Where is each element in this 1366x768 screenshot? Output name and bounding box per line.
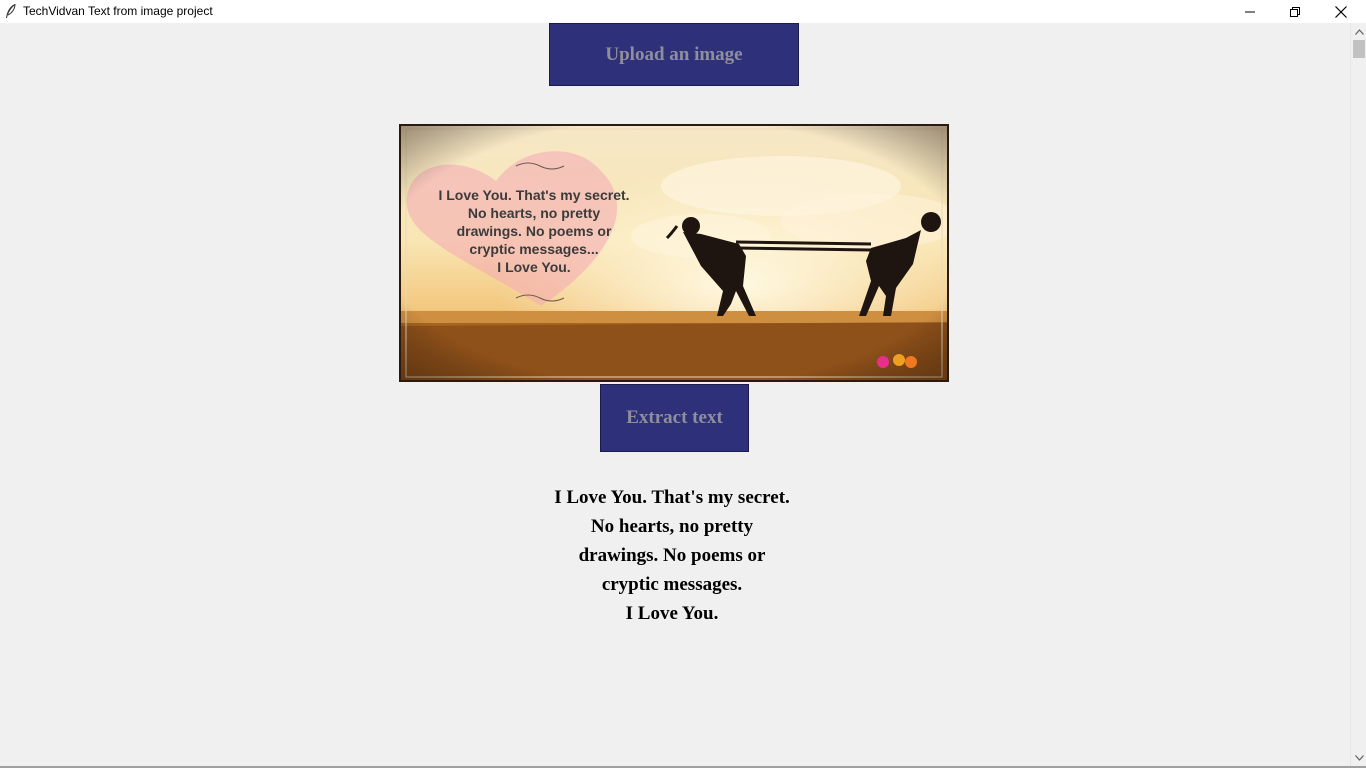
image-text-line: drawings. No poems or [457,223,612,239]
preview-image: I Love You. That's my secret. No hearts,… [399,124,949,382]
upload-image-button[interactable]: Upload an image [549,23,799,86]
extracted-text-line: No hearts, no pretty [590,516,754,537]
extracted-text-line: I Love You. That's my secret. [554,487,790,508]
scroll-thumb[interactable] [1353,40,1365,58]
close-button[interactable] [1318,0,1364,23]
minimize-icon [1245,11,1255,12]
extracted-text-line: I Love You. [625,603,719,624]
close-icon [1335,5,1347,18]
restore-icon [1290,6,1300,17]
watermark-logo [877,356,889,368]
image-text-line: I Love You. That's my secret. [438,187,629,203]
minimize-button[interactable] [1227,0,1273,23]
window-title: TechVidvan Text from image project [23,4,213,18]
feather-icon [6,4,16,18]
image-text-line: I Love You. [497,259,570,275]
title-bar: TechVidvan Text from image project [0,0,1366,23]
main-area: Upload an image I Love You. That's my se… [0,23,1350,766]
extracted-text-line: drawings. No poems or [578,545,766,566]
scroll-down-button[interactable] [1351,749,1366,766]
scroll-up-button[interactable] [1351,23,1366,40]
sunset-couple-image: I Love You. That's my secret. No hearts,… [401,126,947,380]
extract-text-button[interactable]: Extract text [600,384,749,452]
image-text-line: cryptic messages... [469,241,598,257]
extracted-text-label: I Love You. That's my secret. No hearts,… [472,483,872,628]
extracted-text-line: cryptic messages. [601,574,743,595]
chevron-down-icon [1354,754,1364,761]
image-text-line: No hearts, no pretty [468,205,600,221]
restore-button[interactable] [1272,0,1318,23]
chevron-up-icon [1354,28,1364,35]
vertical-scrollbar[interactable] [1350,23,1366,766]
